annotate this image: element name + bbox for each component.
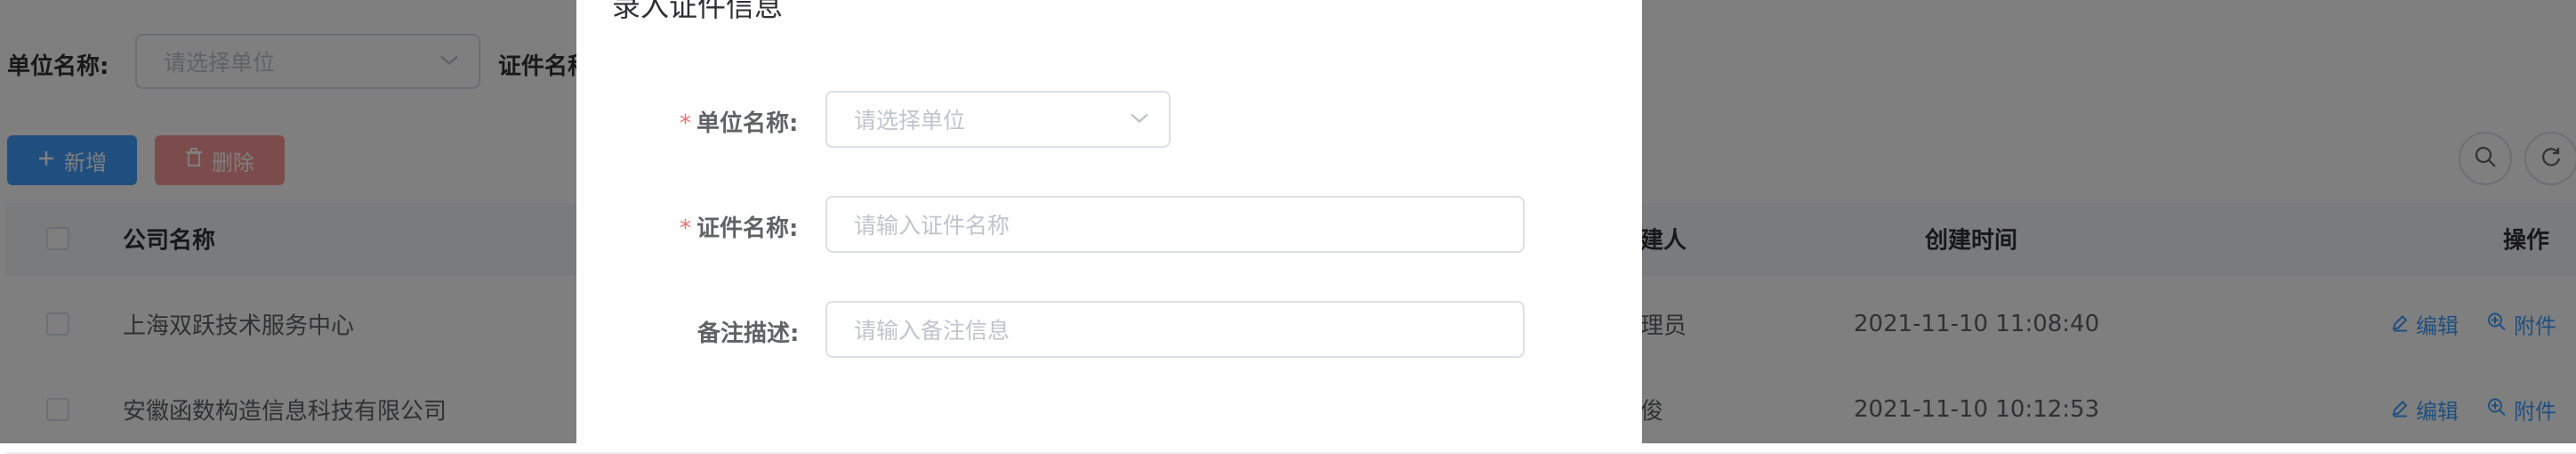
dialog-unit-label: * 单位名称:: [680, 105, 798, 138]
dialog-unit-select[interactable]: 请选择单位: [825, 91, 1171, 148]
cert-dialog: 录入证件信息 * 单位名称: 请选择单位 * 证件名称: 请输入证件名称 备注描述:…: [576, 0, 1642, 443]
dialog-remark-label: 备注描述:: [697, 320, 800, 347]
dialog-remark-placeholder: 请输入备注信息: [854, 318, 1010, 344]
dialog-cert-label: * 证件名称:: [680, 210, 798, 243]
required-mark: *: [680, 215, 691, 242]
required-mark: *: [680, 110, 691, 137]
dialog-remark-input[interactable]: 请输入备注信息: [825, 301, 1525, 358]
dialog-title: 录入证件信息: [612, 0, 784, 23]
dialog-unit-placeholder: 请选择单位: [854, 108, 966, 134]
chevron-down-icon: [1130, 111, 1149, 128]
page: 单位名称: 请选择单位 证件名称 新增 删除 公司名称 创建人 创建时间 操: [0, 0, 2576, 454]
dialog-cert-input[interactable]: 请输入证件名称: [825, 196, 1525, 253]
dialog-unit-label-text: 单位名称:: [696, 110, 799, 137]
dialog-cert-placeholder: 请输入证件名称: [854, 213, 1010, 239]
dialog-cert-label-text: 证件名称:: [696, 215, 799, 242]
